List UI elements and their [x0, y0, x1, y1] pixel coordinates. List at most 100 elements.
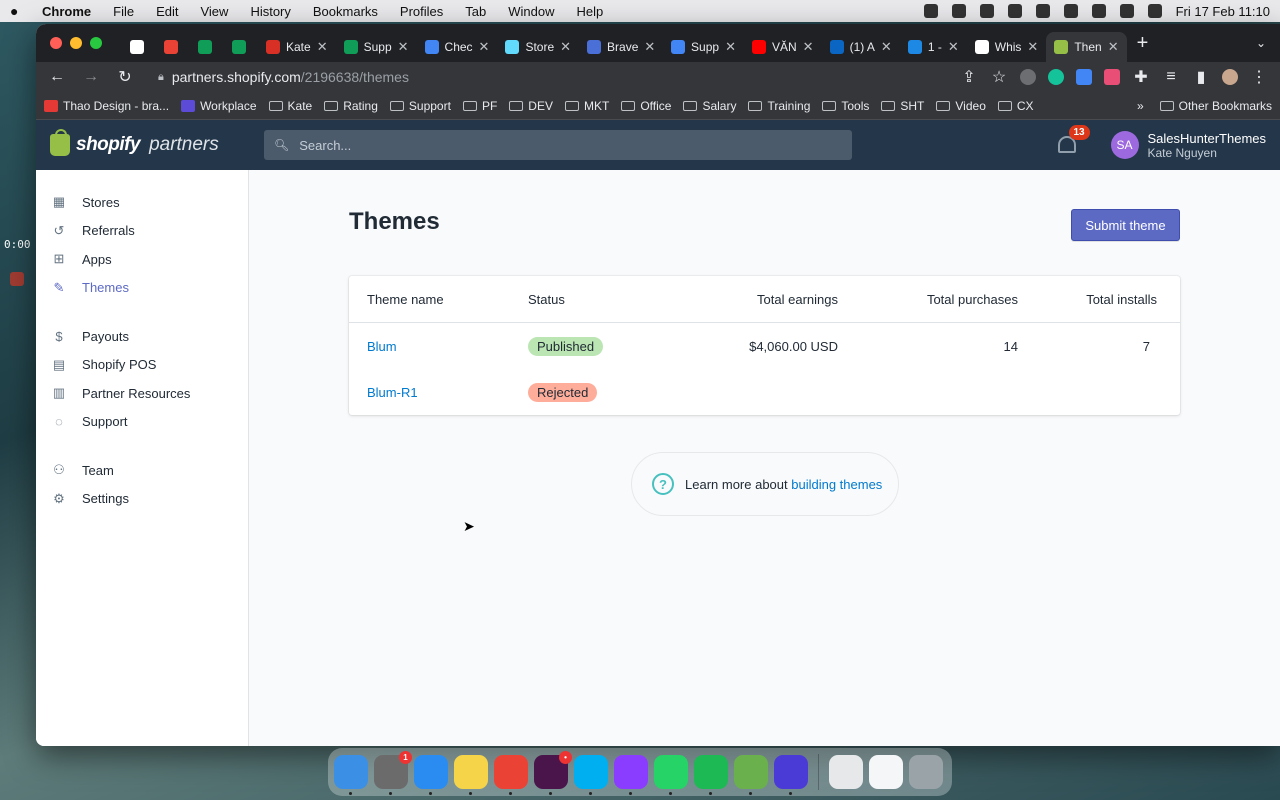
bookmark-item[interactable]: MKT: [564, 99, 609, 113]
close-tab-icon[interactable]: ✕: [725, 39, 736, 55]
preview-window-icon[interactable]: [829, 755, 863, 789]
sidebar-item-shopify-pos[interactable]: ▤ Shopify POS: [36, 351, 248, 380]
menu-window[interactable]: Window: [508, 4, 554, 19]
apple-icon[interactable]: ●: [10, 4, 24, 18]
notifications-button[interactable]: 13: [1055, 125, 1090, 157]
menu-app-name[interactable]: Chrome: [42, 4, 91, 19]
close-tab-icon[interactable]: ✕: [398, 39, 409, 55]
submit-theme-button[interactable]: Submit theme: [1071, 209, 1180, 241]
dev-extension-icon[interactable]: [1076, 69, 1092, 85]
bookmark-item[interactable]: Support: [389, 99, 451, 113]
menubar-clock[interactable]: Fri 17 Feb 11:10: [1176, 4, 1270, 19]
color-extension-icon[interactable]: [1104, 69, 1120, 85]
minimized-window-icon[interactable]: [869, 755, 903, 789]
menu-edit[interactable]: Edit: [156, 4, 178, 19]
close-tab-icon[interactable]: ✕: [1027, 39, 1038, 55]
browser-tab[interactable]: 1 - ✕: [900, 32, 967, 62]
sidebar-item-settings[interactable]: ⚙ Settings: [36, 485, 248, 514]
vectorize-status-icon[interactable]: [923, 4, 938, 18]
sidebar-item-partner-resources[interactable]: ▥ Partner Resources: [36, 379, 248, 408]
wifi-icon[interactable]: [1119, 4, 1134, 18]
browser-tab[interactable]: Then ✕: [1046, 32, 1127, 62]
sidebar-item-referrals[interactable]: ↺ Referrals: [36, 217, 248, 246]
grammarly-extension-icon[interactable]: [1048, 69, 1064, 85]
bookmark-item[interactable]: SHT: [881, 99, 924, 113]
account-menu[interactable]: SA SalesHunterThemes Kate Nguyen: [1110, 131, 1266, 160]
spotify-icon[interactable]: [694, 755, 728, 795]
creative-cloud-icon[interactable]: [951, 4, 966, 18]
sidebar-item-payouts[interactable]: $ Payouts: [36, 322, 248, 351]
bookmark-item[interactable]: Kate: [268, 99, 312, 113]
bookmark-item[interactable]: Training: [748, 99, 810, 113]
browser-tab[interactable]: VĂN ✕: [744, 32, 822, 62]
bookmark-star-icon[interactable]: ☆: [990, 67, 1008, 87]
bookmark-item[interactable]: Rating: [324, 99, 378, 113]
close-tab-icon[interactable]: ✕: [644, 39, 655, 55]
bookmarks-overflow-button[interactable]: »: [1137, 99, 1144, 113]
browser-tab[interactable]: Brave ✕: [579, 32, 663, 62]
menu-history[interactable]: History: [250, 4, 290, 19]
reading-list-icon[interactable]: ≡: [1162, 68, 1180, 86]
browser-tab[interactable]: Supp ✕: [663, 32, 744, 62]
chrome-icon[interactable]: [494, 755, 528, 795]
reload-icon[interactable]: ↻: [116, 67, 134, 87]
bookmark-item[interactable]: Salary: [683, 99, 736, 113]
browser-tab[interactable]: Supp ✕: [336, 32, 417, 62]
control-center-icon[interactable]: [1147, 4, 1162, 18]
record-stop-icon[interactable]: [10, 272, 24, 286]
zoom-window-button[interactable]: [90, 37, 102, 49]
vectorize-icon[interactable]: [734, 755, 768, 795]
menu-help[interactable]: Help: [577, 4, 604, 19]
theme-name-link[interactable]: Blum: [349, 339, 528, 354]
system-preferences-icon[interactable]: 1: [374, 751, 412, 795]
menu-profiles[interactable]: Profiles: [400, 4, 443, 19]
menu-file[interactable]: File: [113, 4, 134, 19]
screenshot-extension-icon[interactable]: [1020, 69, 1036, 85]
browser-tab[interactable]: Kate ✕: [258, 32, 336, 62]
sidebar-item-support[interactable]: ◌ Support: [36, 408, 248, 437]
browser-tab[interactable]: [224, 32, 258, 62]
close-tab-icon[interactable]: ✕: [1108, 39, 1119, 55]
browser-tab[interactable]: [122, 32, 156, 62]
back-arrow-icon[interactable]: ←: [48, 68, 66, 86]
whatsapp-icon[interactable]: [654, 755, 688, 795]
browser-tab[interactable]: Whis ✕: [967, 32, 1047, 62]
browser-tab[interactable]: [190, 32, 224, 62]
brightness-icon[interactable]: [979, 4, 994, 18]
sidebar-item-team[interactable]: ⚇ Team: [36, 456, 248, 485]
close-tab-icon[interactable]: ✕: [881, 39, 892, 55]
sidebar-item-stores[interactable]: ▦ Stores: [36, 188, 248, 217]
building-themes-link[interactable]: building themes: [791, 477, 882, 492]
menu-tab[interactable]: Tab: [465, 4, 486, 19]
browser-tab[interactable]: [156, 32, 190, 62]
lock-icon[interactable]: 🔒︎: [158, 71, 164, 84]
browser-tab[interactable]: Store ✕: [497, 32, 579, 62]
close-window-button[interactable]: [50, 37, 62, 49]
url-field[interactable]: 🔒︎ partners.shopify.com/2196638/themes: [150, 65, 417, 89]
workplace-chat-icon[interactable]: [774, 755, 808, 795]
forward-arrow-icon[interactable]: →: [82, 68, 100, 86]
trash-icon[interactable]: [909, 755, 943, 789]
search-input[interactable]: 🔍︎ Search...: [264, 130, 852, 160]
browser-tab[interactable]: (1) A ✕: [822, 32, 900, 62]
sidebar-item-apps[interactable]: ⊞ Apps: [36, 245, 248, 274]
bookmark-item[interactable]: Tools: [822, 99, 869, 113]
bookmark-item[interactable]: Office: [621, 99, 671, 113]
browser-tab[interactable]: Chec ✕: [417, 32, 498, 62]
safari-icon[interactable]: [414, 755, 448, 795]
profile-avatar-icon[interactable]: [1222, 69, 1238, 85]
notes-icon[interactable]: [454, 755, 488, 795]
new-tab-button[interactable]: +: [1137, 32, 1149, 55]
play-icon[interactable]: [1035, 4, 1050, 18]
close-tab-icon[interactable]: ✕: [803, 39, 814, 55]
sidebar-item-themes[interactable]: ✎ Themes: [36, 274, 248, 303]
bluetooth-icon[interactable]: [1063, 4, 1078, 18]
battery-icon[interactable]: [1091, 4, 1106, 18]
minimize-window-button[interactable]: [70, 37, 82, 49]
messenger-icon[interactable]: [614, 755, 648, 795]
close-tab-icon[interactable]: ✕: [948, 39, 959, 55]
slack-icon[interactable]: •: [534, 751, 572, 795]
bookmark-item[interactable]: PF: [462, 99, 497, 113]
tab-search-chevron-icon[interactable]: ⌄: [1256, 36, 1266, 50]
skype-icon[interactable]: [574, 755, 608, 795]
